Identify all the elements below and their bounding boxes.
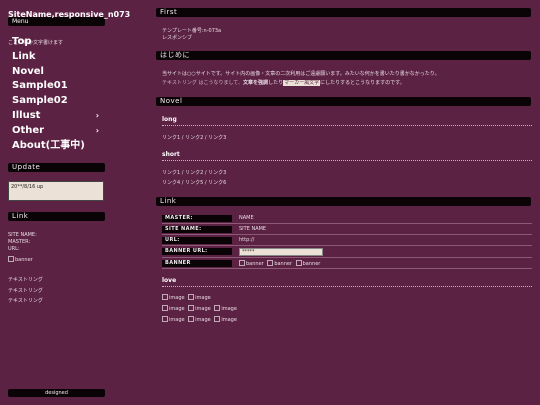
first-template-number: テンプレート番号:n-073a xyxy=(162,28,222,34)
table-divider xyxy=(162,257,532,258)
novel-long-link-3[interactable]: リンク3 xyxy=(208,135,226,141)
novel-short-link-1[interactable]: リンク1 xyxy=(162,170,180,176)
hajimeni-emphasis: 文章を強調 xyxy=(243,80,269,86)
link-sitename-key: SITE NAME: xyxy=(162,226,232,233)
nav-sample02[interactable]: Sample02 xyxy=(12,95,102,107)
table-divider xyxy=(162,234,532,235)
first-responsive: レスポンシブ xyxy=(162,35,193,41)
novel-long-links: リンク1 / リンク2 / リンク3 xyxy=(162,134,226,141)
novel-separator: / xyxy=(181,170,184,176)
banner-image: banner xyxy=(239,260,264,268)
banner-image: banner xyxy=(267,260,292,268)
love-image[interactable]: image xyxy=(214,305,237,312)
nav-other[interactable]: Other › xyxy=(12,125,102,137)
nav-link[interactable]: Link xyxy=(12,51,102,63)
love-images-row3: image image image xyxy=(162,316,239,323)
sidebar-text-link-2[interactable]: テキストリング xyxy=(8,287,43,294)
link-master-key: MASTER: xyxy=(162,215,232,222)
menu-label[interactable]: Menu xyxy=(12,18,28,25)
link-url-value[interactable]: http:// xyxy=(239,237,254,244)
novel-short-link-6[interactable]: リンク6 xyxy=(208,180,226,186)
banner-url-field[interactable]: ***** xyxy=(239,248,323,256)
novel-separator: / xyxy=(204,135,207,141)
hajimeni-text-link[interactable]: テキストリング はこうなりまして、 xyxy=(162,80,243,86)
hajimeni-post: にしたりするとこうなりますのです。 xyxy=(320,80,405,86)
nav-sample01[interactable]: Sample01 xyxy=(12,80,102,92)
love-image[interactable]: image xyxy=(162,294,185,301)
novel-separator: / xyxy=(204,180,207,186)
link-banner-key: BANNER xyxy=(162,260,232,267)
banner-image: banner xyxy=(296,260,321,268)
novel-separator: / xyxy=(204,170,207,176)
sidebar-text-link-1[interactable]: テキストリング xyxy=(8,276,43,283)
table-divider xyxy=(162,245,532,246)
link-master-value: NAME xyxy=(239,215,254,221)
novel-short-links-row1: リンク1 / リンク2 / リンク3 xyxy=(162,169,226,176)
novel-short-link-4[interactable]: リンク4 xyxy=(162,180,180,186)
nav-novel[interactable]: Novel xyxy=(12,66,102,78)
love-image[interactable]: image xyxy=(188,294,211,301)
nav-top[interactable]: Top xyxy=(12,36,102,48)
link-heading-sidebar: Link xyxy=(8,212,105,221)
love-images-row1: image image xyxy=(162,294,213,301)
nav-illust[interactable]: Illust › xyxy=(12,110,102,122)
hajimeni-heading: はじめに xyxy=(156,51,531,60)
first-heading: First xyxy=(156,8,531,17)
nav-about[interactable]: About(工事中) xyxy=(12,140,102,152)
novel-short-title: short xyxy=(162,151,180,158)
link-heading: Link xyxy=(156,197,531,206)
chevron-right-icon: › xyxy=(95,111,99,120)
love-image[interactable]: image xyxy=(162,305,185,312)
chevron-right-icon: › xyxy=(95,126,99,135)
love-image[interactable]: image xyxy=(162,316,185,323)
sidebar-text-link-3[interactable]: テキストリング xyxy=(8,297,43,304)
novel-long-link-1[interactable]: リンク1 xyxy=(162,135,180,141)
love-image[interactable]: image xyxy=(188,305,211,312)
novel-short-link-3[interactable]: リンク3 xyxy=(208,170,226,176)
novel-short-link-5[interactable]: リンク5 xyxy=(185,180,203,186)
sidebar-banner-image: banner xyxy=(8,256,33,263)
love-title: love xyxy=(162,277,177,284)
sidebar-master-label: MASTER: xyxy=(8,239,31,245)
hajimeni-mid: したり xyxy=(268,80,284,86)
hajimeni-marker: マーカー風文字 xyxy=(283,80,321,86)
novel-long-title: long xyxy=(162,116,177,123)
love-divider xyxy=(162,286,532,287)
novel-short-links-row2: リンク4 / リンク5 / リンク6 xyxy=(162,179,226,186)
love-image[interactable]: image xyxy=(214,316,237,323)
sidebar-banner[interactable]: banner xyxy=(8,256,35,263)
novel-long-divider xyxy=(162,125,532,126)
update-heading: Update xyxy=(8,163,105,172)
novel-heading: Novel xyxy=(156,97,531,106)
sidebar-site-name-label: SITE NAME: xyxy=(8,232,37,238)
nav-other-label: Other xyxy=(12,125,45,136)
hajimeni-line2: テキストリング はこうなりまして、文章を強調したりマーカー風文字にしたりするとこ… xyxy=(162,79,532,86)
table-divider xyxy=(162,223,532,224)
update-box: 20**/8/16 up xyxy=(8,181,104,201)
link-banner-url-key: BANNER URL: xyxy=(162,248,232,255)
novel-short-divider xyxy=(162,160,532,161)
table-divider xyxy=(162,268,532,269)
novel-long-link-2[interactable]: リンク2 xyxy=(185,135,203,141)
footer-designed[interactable]: designed xyxy=(8,389,105,397)
novel-separator: / xyxy=(181,180,184,186)
hajimeni-line1: 当サイトは○○サイトです。サイト内の画像・文章の二次利用はご遠慮願います。みたい… xyxy=(162,71,440,77)
sidebar-url-label: URL: xyxy=(8,246,20,252)
link-banner-images: banner banner banner xyxy=(239,260,322,268)
novel-short-link-2[interactable]: リンク2 xyxy=(185,170,203,176)
love-images-row2: image image image xyxy=(162,305,239,312)
nav-illust-label: Illust xyxy=(12,110,41,121)
link-url-key: URL: xyxy=(162,237,232,244)
link-sitename-value: SITE NAME xyxy=(239,226,267,232)
novel-separator: / xyxy=(181,135,184,141)
love-image[interactable]: image xyxy=(188,316,211,323)
